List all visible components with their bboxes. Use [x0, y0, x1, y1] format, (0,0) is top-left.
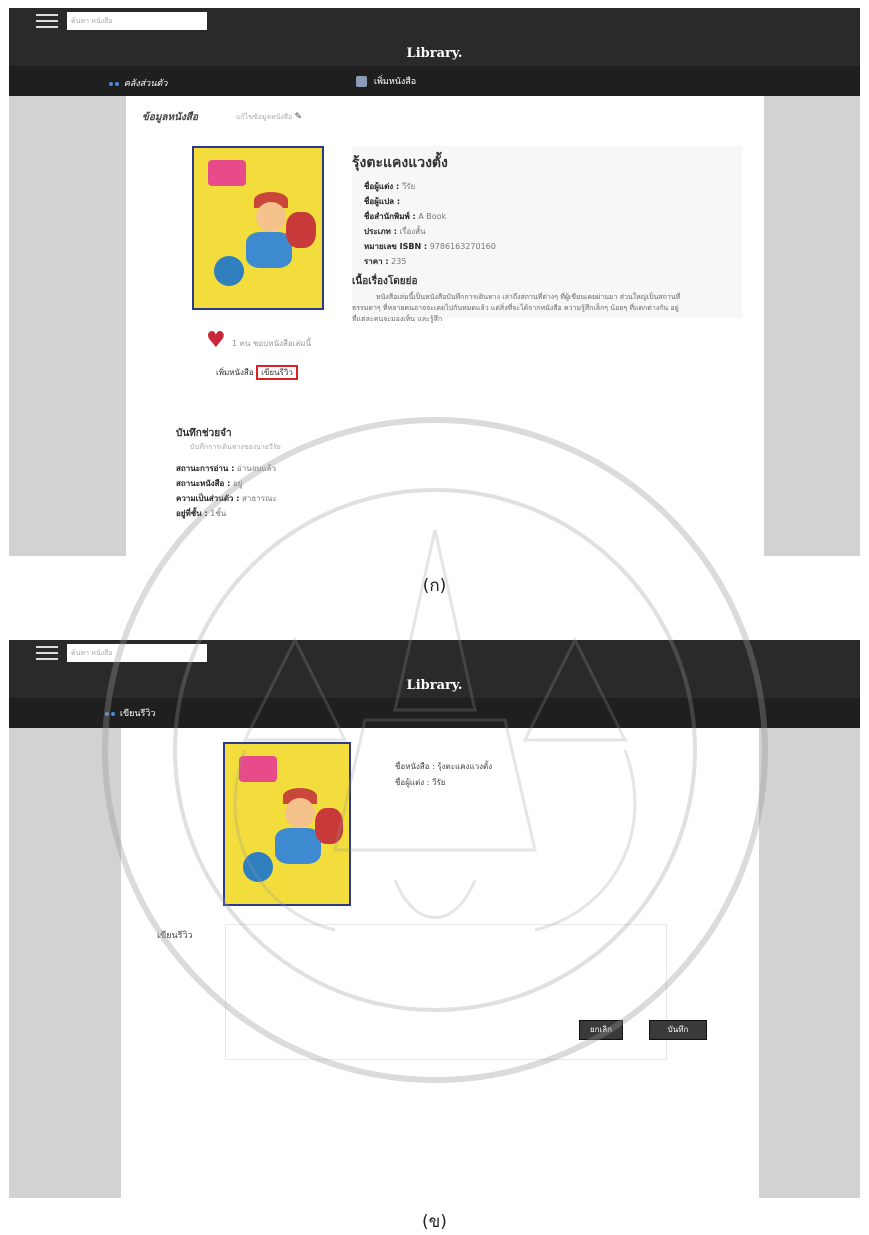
- field-isbn: หมายเลข ISBN : 9786163270160: [364, 242, 496, 251]
- app-title: Library.: [406, 678, 463, 693]
- book-cover-image: [223, 742, 351, 906]
- cancel-button[interactable]: ยกเลิก: [579, 1020, 623, 1040]
- menu-icon[interactable]: [36, 646, 58, 660]
- likes-text: 1 คน ชอบหนังสือเล่มนี้: [232, 339, 312, 348]
- status-shelf: อยู่ที่ชั้น : 1ชั้น: [176, 509, 227, 518]
- status-privacy: ความเป็นส่วนตัว : สาธารณะ: [176, 494, 277, 503]
- cover-art: [256, 202, 286, 232]
- cover-art: [214, 256, 244, 286]
- cover-art: [285, 798, 315, 828]
- cover-art: [315, 808, 343, 844]
- book-info-box: รุ้งตะแคงแวงตั้ง ชื่อผู้แต่ง : วีรัย ชื่…: [352, 146, 742, 323]
- book-fields: ชื่อผู้แต่ง : วีรัย ชื่อผู้แปล : ชื่อสำน…: [352, 180, 742, 268]
- action-row: เพิ่มหนังสือ เขียนรีวิว: [216, 365, 298, 380]
- nav-personal-shelf-label: คลังส่วนตัว: [123, 79, 168, 89]
- caption-a: (ก): [422, 576, 447, 596]
- cover-art: [275, 828, 321, 864]
- review-label: เขียนรีวิว: [157, 931, 193, 941]
- app-title: Library.: [406, 46, 463, 61]
- cover-badge: [239, 756, 277, 782]
- field-author: ชื่อผู้แต่ง : วีรัย: [364, 182, 416, 191]
- caption-b: (ข): [422, 1212, 447, 1232]
- menu-icon[interactable]: [36, 14, 58, 28]
- bullet-icon: [105, 712, 109, 716]
- nav-add-book[interactable]: เพิ่มหนังสือ: [356, 74, 416, 88]
- cover-art: [286, 212, 316, 248]
- book-title: รุ้งตะแคงแวงตั้ง: [352, 155, 448, 171]
- cover-art: [243, 852, 273, 882]
- bullet-icon: [109, 82, 113, 86]
- bullet-icon: [111, 712, 115, 716]
- memo-text: บันทึกการเดินทางของนายวีรัย: [190, 443, 281, 451]
- status-list: สถานะการอ่าน : อ่านจบแล้ว สถานะหนังสือ :…: [176, 460, 277, 522]
- nav-write-review-label: เขียนรีวิว: [119, 709, 156, 719]
- screenshot-book-detail: ค้นหา หนังสือ Library. คลังส่วนตัว เพิ่ม…: [9, 8, 860, 556]
- bullet-icon: [115, 82, 119, 86]
- book-cover-image: [192, 146, 324, 310]
- cover-badge: [208, 160, 246, 186]
- memo-heading: บันทึกช่วยจำ: [176, 428, 232, 439]
- review-form: ชื่อหนังสือ : รุ้งตะแคงแวงตั้ง ชื่อผู้แต…: [121, 728, 759, 1198]
- nav-personal-shelf[interactable]: คลังส่วนตัว: [109, 76, 167, 90]
- field-price: ราคา : 235: [364, 257, 407, 266]
- heart-icon[interactable]: ♥: [206, 330, 226, 352]
- edit-book-label: แก้ไขข้อมูลหนังสือ: [236, 113, 293, 121]
- edit-book-link[interactable]: แก้ไขข้อมูลหนังสือ ✎: [236, 112, 302, 123]
- book-detail-card: ข้อมูลหนังสือ แก้ไขข้อมูลหนังสือ ✎ รุ้งต…: [126, 96, 764, 556]
- cover-art: [246, 232, 292, 268]
- review-book-author: ชื่อผู้แต่ง : วีรัย: [395, 778, 446, 787]
- search-input[interactable]: ค้นหา หนังสือ: [67, 12, 207, 30]
- status-book: สถานะหนังสือ : อยู่: [176, 479, 243, 488]
- search-input[interactable]: ค้นหา หนังสือ: [67, 644, 207, 662]
- write-review-button[interactable]: เขียนรีวิว: [256, 365, 298, 380]
- save-button[interactable]: บันทึก: [649, 1020, 707, 1040]
- pencil-icon: ✎: [294, 112, 303, 122]
- review-book-name: ชื่อหนังสือ : รุ้งตะแคงแวงตั้ง: [395, 762, 493, 771]
- synopsis-text: หนังสือเล่มนี้เป็นหนังสือบันทึกการเดินทา…: [352, 293, 681, 323]
- field-publisher: ชื่อสำนักพิมพ์ : A Book: [364, 212, 447, 221]
- add-book-icon: [356, 76, 367, 87]
- field-category: ประเภท : เรื่องสั้น: [364, 227, 426, 236]
- screenshot-write-review: ค้นหา หนังสือ Library. เขียนรีวิว ชื่อหน…: [9, 640, 860, 1198]
- nav-write-review[interactable]: เขียนรีวิว: [105, 706, 155, 720]
- field-translator: ชื่อผู้แปล :: [364, 197, 401, 206]
- add-book-button[interactable]: เพิ่มหนังสือ: [216, 368, 254, 377]
- synopsis-heading: เนื้อเรื่องโดยย่อ: [352, 276, 418, 287]
- nav-add-book-label: เพิ่มหนังสือ: [373, 77, 417, 87]
- status-reading: สถานะการอ่าน : อ่านจบแล้ว: [176, 464, 277, 473]
- section-title: ข้อมูลหนังสือ: [142, 112, 198, 123]
